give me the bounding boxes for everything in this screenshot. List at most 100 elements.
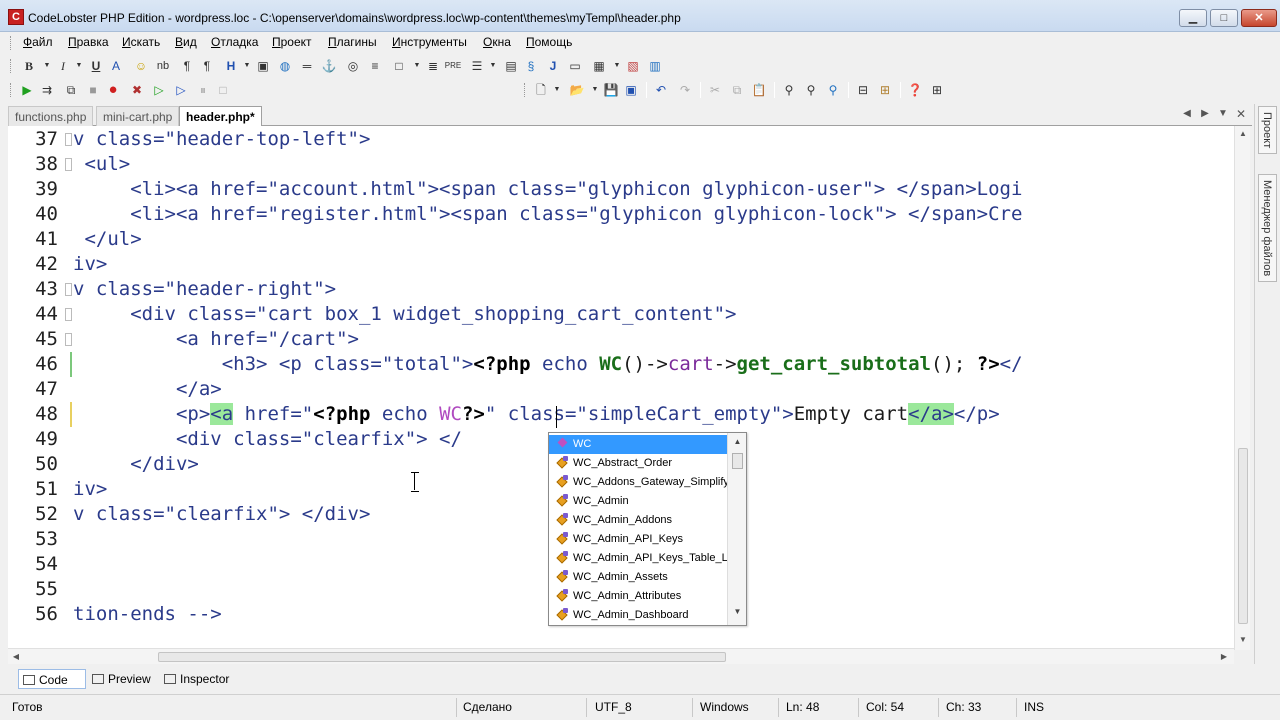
pause-icon[interactable]: ⏸	[194, 81, 212, 99]
autocomplete-popup[interactable]: WC WC_Abstract_Order WC_Addons_Gateway_S…	[548, 432, 747, 626]
input-icon[interactable]: ▦	[590, 57, 608, 75]
layout-icon[interactable]: ▥	[646, 57, 664, 75]
tab-functions-php[interactable]: functions.php	[8, 106, 94, 126]
menu-debug[interactable]: Отладка	[211, 35, 258, 49]
fold-marker[interactable]	[65, 283, 72, 296]
stop-debug-icon[interactable]: □	[214, 81, 232, 99]
autocomplete-item[interactable]: WC_Admin_API_Keys_Table_L	[549, 549, 727, 568]
autocomplete-item[interactable]: WC_Abstract_Order	[549, 454, 727, 473]
vertical-scroll-thumb[interactable]	[1238, 448, 1248, 624]
replace-icon[interactable]: ⚲	[824, 81, 842, 99]
form-icon[interactable]: ▤	[502, 57, 520, 75]
paragraph-alt-icon[interactable]: ¶	[198, 57, 216, 75]
smiley-icon[interactable]: ☺	[132, 57, 150, 75]
autocomplete-item[interactable]: WC_Admin_Assets	[549, 568, 727, 587]
globe-icon[interactable]: ◍	[276, 57, 294, 75]
breakpoint-icon[interactable]: ●	[104, 81, 122, 99]
css-icon[interactable]: §	[522, 57, 540, 75]
autocomplete-item[interactable]: WC_Admin_API_Keys	[549, 530, 727, 549]
minimize-button[interactable]: ▁	[1179, 9, 1207, 27]
scroll-down-icon[interactable]: ▼	[1235, 632, 1251, 648]
tab-header-php[interactable]: header.php*	[179, 106, 262, 127]
view-tab-code[interactable]: Code	[18, 669, 86, 689]
step-icon[interactable]: ⇉	[38, 81, 56, 99]
undo-icon[interactable]: ↶	[652, 81, 670, 99]
text-align-icon[interactable]: ≣	[424, 57, 442, 75]
fold-marker[interactable]	[65, 333, 72, 346]
outdent-icon[interactable]: ⊟	[854, 81, 872, 99]
chevron-down-icon[interactable]: ▼	[548, 81, 566, 99]
autocomplete-scroll-thumb[interactable]	[732, 453, 743, 469]
toolbar-grip[interactable]	[10, 59, 13, 73]
redo-icon[interactable]: ↷	[676, 81, 694, 99]
fold-marker[interactable]	[65, 133, 72, 146]
autocomplete-item[interactable]: WC_Admin	[549, 492, 727, 511]
javascript-icon[interactable]: J	[544, 57, 562, 75]
vertical-scrollbar[interactable]: ▲ ▼	[1234, 126, 1250, 650]
fold-marker[interactable]	[65, 308, 72, 321]
menu-view[interactable]: Вид	[175, 35, 197, 49]
menu-windows[interactable]: Окна	[483, 35, 511, 49]
cut-icon[interactable]: ✂	[706, 81, 724, 99]
help-icon[interactable]: ❓	[906, 81, 924, 99]
menu-help[interactable]: Помощь	[526, 35, 572, 49]
fullscreen-icon[interactable]: ⊞	[928, 81, 946, 99]
menu-plugins[interactable]: Плагины	[328, 35, 377, 49]
preformatted-icon[interactable]: PRE	[444, 57, 462, 75]
chevron-down-icon[interactable]: ▼	[484, 57, 502, 75]
tab-scroll-left-icon[interactable]: ◀	[1180, 107, 1194, 121]
nbsp-icon[interactable]: nb	[154, 57, 172, 75]
horizontal-scroll-thumb[interactable]	[158, 652, 726, 662]
toolbar-grip[interactable]	[10, 83, 13, 97]
anchor-icon[interactable]: ⚓	[320, 57, 338, 75]
view-tab-inspector[interactable]: Inspector	[160, 669, 233, 689]
menu-tools[interactable]: Инструменты	[392, 35, 467, 49]
view-tab-preview[interactable]: Preview	[88, 669, 155, 689]
align-icon[interactable]: ≡	[366, 57, 384, 75]
remove-breakpoints-icon[interactable]: ✖	[128, 81, 146, 99]
menu-project[interactable]: Проект	[272, 35, 312, 49]
open-folder-icon[interactable]: 📂	[568, 81, 586, 99]
horizontal-rule-icon[interactable]: ═	[298, 57, 316, 75]
menu-grip[interactable]	[10, 36, 13, 50]
save-all-icon[interactable]: ▣	[622, 81, 640, 99]
horizontal-scrollbar[interactable]: ◀ ▶	[8, 648, 1234, 664]
find-icon[interactable]: ⚲	[780, 81, 798, 99]
autocomplete-item[interactable]: WC_Admin_Dashboard	[549, 606, 727, 625]
indent-icon[interactable]: ⊞	[876, 81, 894, 99]
tab-scroll-right-icon[interactable]: ▶	[1198, 107, 1212, 121]
paste-icon[interactable]: 📋	[750, 81, 768, 99]
tab-mini-cart-php[interactable]: mini-cart.php	[96, 106, 180, 126]
autocomplete-scrollbar[interactable]: ▲ ▼	[727, 433, 746, 625]
run-icon[interactable]: ▶	[18, 81, 36, 99]
target-icon[interactable]: ◎	[344, 57, 362, 75]
form-field-icon[interactable]: ▭	[566, 57, 584, 75]
autocomplete-item[interactable]: WC	[549, 435, 727, 454]
autocomplete-item[interactable]: WC_Addons_Gateway_Simplify_	[549, 473, 727, 492]
image-icon[interactable]: ▣	[254, 57, 272, 75]
paragraph-icon[interactable]: ¶	[178, 57, 196, 75]
frame-icon[interactable]: ▧	[624, 57, 642, 75]
autocomplete-item[interactable]: WC_Admin_Addons	[549, 511, 727, 530]
menu-file[interactable]: Файл	[23, 35, 53, 49]
menu-edit[interactable]: Правка	[68, 35, 109, 49]
scroll-up-icon[interactable]: ▲	[728, 435, 746, 449]
find-next-icon[interactable]: ⚲	[802, 81, 820, 99]
stop-icon[interactable]: ■	[84, 81, 102, 99]
autocomplete-item[interactable]: WC_Admin_Attributes	[549, 587, 727, 606]
underline-icon[interactable]: U	[87, 57, 105, 75]
bold-icon[interactable]: B	[20, 57, 38, 75]
menu-search[interactable]: Искать	[122, 35, 160, 49]
fold-marker[interactable]	[65, 158, 72, 171]
close-tab-icon[interactable]: ✕	[1234, 107, 1248, 121]
scroll-right-icon[interactable]: ▶	[1216, 649, 1232, 665]
side-tab-file-manager[interactable]: Менеджер файлов	[1258, 174, 1277, 283]
toolbar-grip[interactable]	[524, 83, 527, 97]
copy-icon[interactable]: ⧉	[728, 81, 746, 99]
scroll-up-icon[interactable]: ▲	[1235, 126, 1251, 142]
side-tab-project[interactable]: Проект	[1258, 106, 1277, 155]
font-icon[interactable]: A	[107, 57, 125, 75]
copy-files-icon[interactable]: ⧉	[62, 81, 80, 99]
scroll-left-icon[interactable]: ◀	[8, 649, 24, 665]
tab-list-icon[interactable]: ▼	[1216, 107, 1230, 121]
